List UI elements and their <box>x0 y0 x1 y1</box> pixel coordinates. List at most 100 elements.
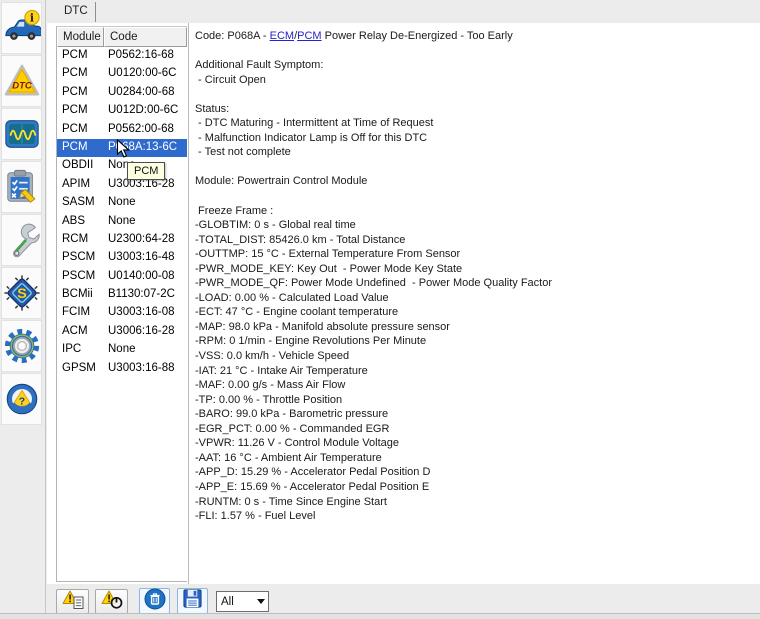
row-code-cell: B1130:07-2C <box>104 286 187 304</box>
detail-line: - Malfunction Indicator Lamp is Off for … <box>195 131 760 146</box>
row-code-cell: U3003:16-08 <box>104 304 187 322</box>
oscilloscope-icon <box>3 115 41 153</box>
read-dtc-icon <box>62 589 84 615</box>
chevron-down-icon[interactable] <box>253 592 268 611</box>
service-wrench-icon <box>3 221 41 259</box>
table-row[interactable]: PCM P0562:16-68 <box>57 47 187 65</box>
detail-line: -TP: 0.00 % - Throttle Position <box>195 393 760 408</box>
detail-line: -AAT: 16 °C - Ambient Air Temperature <box>195 451 760 466</box>
detail-line: Status: <box>195 102 760 117</box>
row-module-cell: SASM <box>57 194 104 212</box>
detail-line: -VSS: 0.0 km/h - Vehicle Speed <box>195 349 760 364</box>
column-header-module[interactable]: Module <box>57 27 104 47</box>
row-code-cell: P0562:16-68 <box>104 47 187 65</box>
table-row[interactable]: OBDII None <box>57 157 187 175</box>
row-code-cell: U012D:00-6C <box>104 102 187 120</box>
dtc-icon: DTC <box>3 62 41 100</box>
table-row[interactable]: SASM None <box>57 194 187 212</box>
table-row[interactable]: ABS None <box>57 213 187 231</box>
table-row[interactable]: PCM U0284:00-68 <box>57 84 187 102</box>
table-row[interactable]: APIM U3003:16-28 <box>57 176 187 194</box>
table-row[interactable]: PSCM U3003:16-48 <box>57 249 187 267</box>
sidebar-item-service[interactable] <box>1 214 42 266</box>
clear-icon <box>144 588 166 615</box>
detail-line: -MAP: 98.0 kPa - Manifold absolute press… <box>195 320 760 335</box>
row-module-cell: PCM <box>57 47 104 65</box>
table-row[interactable]: PCM P068A:13-6C <box>57 139 187 157</box>
table-row[interactable]: PCM U0120:00-6C <box>57 65 187 83</box>
dtc-table: Module Code PCM P0562:16-68 PCM U0120:00… <box>56 26 187 582</box>
filter-select-value: All <box>217 596 253 608</box>
table-row[interactable]: RCM U2300:64-28 <box>57 231 187 249</box>
svg-text:i: i <box>29 12 33 25</box>
content-area: Module Code PCM P0562:16-68 PCM U0120:00… <box>47 23 760 584</box>
svg-text:DTC: DTC <box>12 81 32 92</box>
table-row[interactable]: PCM U012D:00-6C <box>57 102 187 120</box>
table-row[interactable]: GPSM U3003:16-88 <box>57 360 187 378</box>
sidebar-item-tests[interactable] <box>1 161 42 213</box>
detail-line: -RPM: 0 1/min - Engine Revolutions Per M… <box>195 334 760 349</box>
reset-dtc-icon <box>101 589 123 615</box>
row-code-cell: U0140:00-08 <box>104 268 187 286</box>
sidebar-item-dtc[interactable]: DTC <box>1 55 42 107</box>
row-module-cell: PSCM <box>57 268 104 286</box>
row-code-cell: U0284:00-68 <box>104 84 187 102</box>
detail-line <box>195 189 760 204</box>
sidebar-item-settings[interactable] <box>1 320 42 372</box>
clear-button[interactable] <box>139 588 170 614</box>
detail-code-line: Code: P068A - ECM/PCM Power Relay De-Ene… <box>195 29 760 44</box>
row-module-cell: PCM <box>57 84 104 102</box>
table-row[interactable]: FCIM U3003:16-08 <box>57 304 187 322</box>
detail-line <box>195 44 760 59</box>
pcm-link[interactable]: PCM <box>297 30 321 42</box>
row-module-cell: PCM <box>57 121 104 139</box>
detail-line: - Test not complete <box>195 145 760 160</box>
detail-line: -ECT: 47 °C - Engine coolant temperature <box>195 305 760 320</box>
row-code-cell: None <box>104 213 187 231</box>
row-module-cell: PCM <box>57 65 104 83</box>
row-code-cell: U0120:00-6C <box>104 65 187 83</box>
detail-line <box>195 160 760 175</box>
detail-line: -IAT: 21 °C - Intake Air Temperature <box>195 364 760 379</box>
read-dtc-button[interactable] <box>56 589 89 614</box>
settings-gear-icon <box>3 327 41 365</box>
dtc-table-body: PCM P0562:16-68 PCM U0120:00-6C PCM U028… <box>57 47 187 378</box>
row-module-cell: IPC <box>57 341 104 359</box>
detail-code-prefix: Code: P068A - <box>195 30 270 42</box>
table-row[interactable]: ACM U3006:16-28 <box>57 323 187 341</box>
table-row[interactable]: PCM P0562:00-68 <box>57 121 187 139</box>
row-code-cell: U3006:16-28 <box>104 323 187 341</box>
detail-line: Additional Fault Symptom: <box>195 58 760 73</box>
row-module-cell: BCMii <box>57 286 104 304</box>
tests-checklist-icon <box>3 168 41 206</box>
reset-dtc-button[interactable] <box>95 589 128 614</box>
tooltip-text: PCM <box>134 165 158 177</box>
table-row[interactable]: BCMii B1130:07-2C <box>57 286 187 304</box>
save-button[interactable] <box>177 588 208 614</box>
filter-select[interactable]: All <box>216 591 269 612</box>
detail-line: -VPWR: 11.26 V - Control Module Voltage <box>195 436 760 451</box>
detail-line: - DTC Maturing - Intermittent at Time of… <box>195 116 760 131</box>
column-header-code[interactable]: Code <box>104 27 187 47</box>
ecm-link[interactable]: ECM <box>270 30 294 42</box>
sidebar-item-help[interactable]: ? <box>1 373 42 425</box>
row-code-cell: P0562:00-68 <box>104 121 187 139</box>
table-row[interactable]: IPC None <box>57 341 187 359</box>
detail-line: - Circuit Open <box>195 73 760 88</box>
tooltip: PCM <box>127 162 165 180</box>
sidebar: i DTC <box>0 0 46 619</box>
detail-line: Module: Powertrain Control Module <box>195 174 760 189</box>
sidebar-item-vehicle-info[interactable]: i <box>1 2 42 54</box>
row-module-cell: PSCM <box>57 249 104 267</box>
detail-line: -GLOBTIM: 0 s - Global real time <box>195 218 760 233</box>
tab-dtc[interactable]: DTC <box>57 2 96 22</box>
detail-code-suffix: Power Relay De-Energized - Too Early <box>322 30 513 42</box>
app-window: i DTC <box>0 0 760 619</box>
detail-line: -PWR_MODE_QF: Power Mode Undefined - Pow… <box>195 276 760 291</box>
sidebar-item-programming[interactable]: S <box>1 267 42 319</box>
detail-line: -APP_D: 15.29 % - Accelerator Pedal Posi… <box>195 465 760 480</box>
sidebar-item-oscilloscope[interactable] <box>1 108 42 160</box>
detail-line: -APP_E: 15.69 % - Accelerator Pedal Posi… <box>195 480 760 495</box>
table-row[interactable]: PSCM U0140:00-08 <box>57 268 187 286</box>
row-module-cell: ACM <box>57 323 104 341</box>
